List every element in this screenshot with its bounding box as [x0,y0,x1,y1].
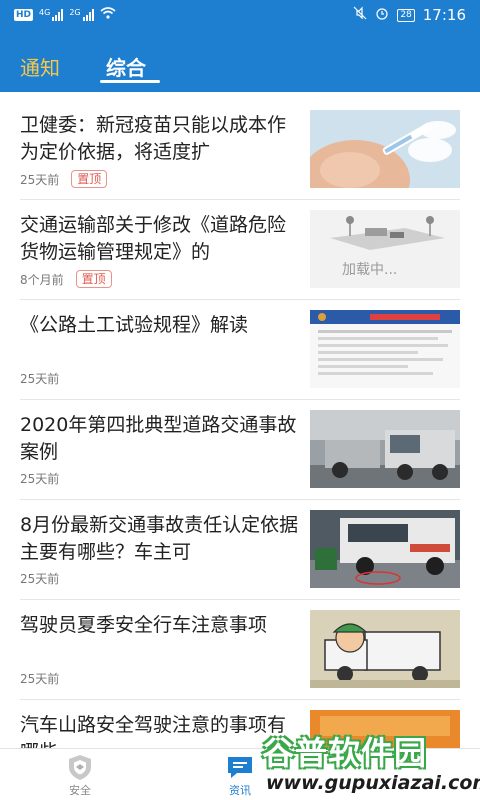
news-meta: 25天前 置顶 [20,170,108,188]
watermark-url: www.gupuxiazai.com [266,772,480,794]
driver-cartoon-thumbnail [310,610,460,688]
news-time: 25天前 [20,372,60,386]
vaccine-thumbnail [310,110,460,188]
signal-icon: 4G [39,8,64,21]
tab-active-indicator [100,80,160,83]
wifi-icon [100,7,116,23]
news-title: 驾驶员夏季安全行车注意事项 [20,614,268,636]
news-title: 交通运输部关于修改《道路危险货物运输管理规定》的 [20,214,287,263]
loading-text: 加载中... [342,262,397,278]
news-item[interactable]: 《公路土工试验规程》解读 25天前 [0,300,480,400]
signal-icon-2: 2G [69,8,94,21]
alarm-icon [375,6,389,24]
app-header: HD 4G 2G 28 17:16 通知 综合 [0,0,480,92]
bus-accident-thumbnail [310,510,460,588]
news-title: 卫健委：新冠疫苗只能以成本作为定价依据，将适度扩 [20,114,287,163]
tab-general[interactable]: 综合 [106,52,146,81]
news-meta: 25天前 [20,570,59,587]
news-time: 25天前 [20,172,60,187]
document-thumbnail [310,310,460,388]
watermark: 谷普软件园 www.gupuxiazai.com [262,728,480,798]
status-bar: HD 4G 2G 28 17:16 [0,0,480,30]
news-meta: 25天前 [20,670,59,687]
news-time: 25天前 [20,672,60,686]
battery-indicator: 28 [397,8,415,22]
signal-label-2: 2G [69,8,81,17]
clock: 17:16 [422,6,466,24]
news-item[interactable]: 交通运输部关于修改《道路危险货物运输管理规定》的 8个月前 置顶 加载中... [0,200,480,300]
news-item[interactable]: 卫健委：新冠疫苗只能以成本作为定价依据，将适度扩 25天前 置顶 [0,100,480,200]
news-title: 《公路土工试验规程》解读 [20,314,249,336]
watermark-title: 谷普软件园 [262,734,428,772]
news-meta: 25天前 [20,470,59,487]
signal-label: 4G [39,8,51,17]
status-right: 28 17:16 [353,6,466,24]
status-left: HD 4G 2G [14,7,116,23]
tab-notice[interactable]: 通知 [20,52,60,81]
truck-accident-thumbnail [310,410,460,488]
chat-icon [228,757,252,778]
news-meta: 8个月前 置顶 [20,270,112,288]
shield-icon [69,755,91,780]
news-time: 8个月前 [20,272,64,287]
nav-label-safety: 安全 [69,784,91,797]
tab-bar: 通知 综合 [0,50,480,92]
news-meta: 25天前 [20,370,59,387]
mute-icon [353,6,367,24]
loading-thumbnail: 加载中... [310,210,460,288]
nav-safety[interactable]: 安全 [40,753,120,798]
news-item[interactable]: 2020年第四批典型道路交通事故案例 25天前 [0,400,480,500]
news-item[interactable]: 8月份最新交通事故责任认定依据主要有哪些？车主可 25天前 [0,500,480,600]
news-title: 汽车山路安全驾驶注意的事项有哪些 [20,714,287,748]
news-title: 2020年第四批典型道路交通事故案例 [20,414,297,463]
news-item[interactable]: 驾驶员夏季安全行车注意事项 25天前 [0,600,480,700]
news-time: 25天前 [20,472,60,486]
pinned-badge: 置顶 [71,170,108,188]
hd-badge: HD [14,9,34,21]
news-title: 8月份最新交通事故责任认定依据主要有哪些？车主可 [20,514,299,563]
news-feed: 卫健委：新冠疫苗只能以成本作为定价依据，将适度扩 25天前 置顶 交通运输部关于… [0,100,480,748]
pinned-badge: 置顶 [75,270,112,288]
news-time: 25天前 [20,572,60,586]
